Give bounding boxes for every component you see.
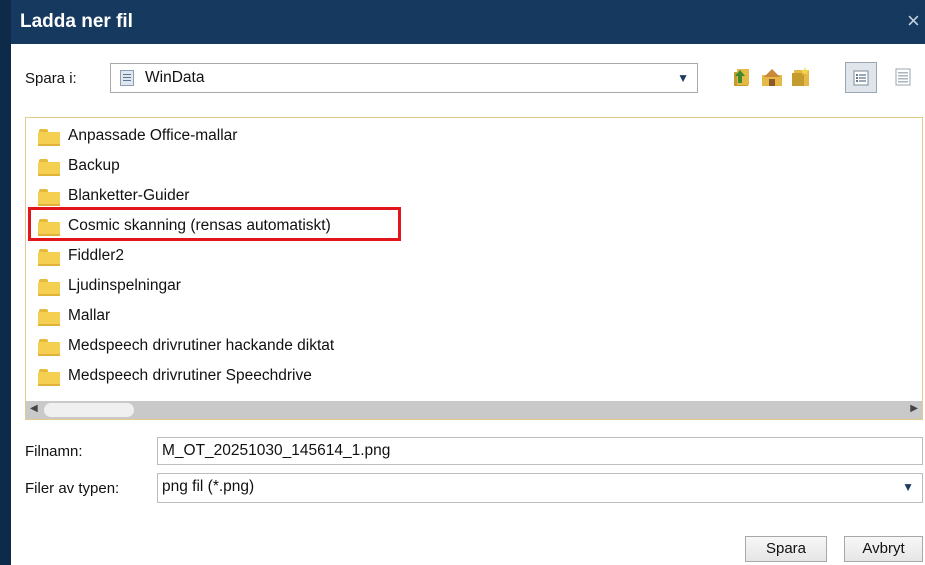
folder-icon [38, 189, 60, 206]
title-bar: Ladda ner fil × [11, 0, 925, 44]
scrollbar-thumb[interactable] [44, 403, 134, 417]
scroll-right-icon[interactable]: ▶ [910, 403, 918, 414]
horizontal-scrollbar[interactable]: ◀ ▶ [26, 401, 922, 419]
folder-icon [38, 309, 60, 326]
item-name: Medspeech drivrutiner Speechdrive [68, 367, 312, 384]
folder-icon [38, 159, 60, 176]
folder-icon [38, 339, 60, 356]
item-name: Fiddler2 [68, 247, 124, 264]
item-name: Blanketter-Guider [68, 187, 190, 204]
filetype-label: Filer av typen: [25, 480, 120, 497]
folder-icon [38, 279, 60, 296]
filename-label: Filnamn: [25, 443, 83, 460]
highlight-annotation [28, 207, 401, 241]
drive-icon [120, 70, 134, 86]
chevron-down-icon: ▼ [902, 480, 914, 494]
item-name: Mallar [68, 307, 111, 324]
window-title: Ladda ner fil [20, 11, 133, 32]
item-name: Anpassade Office-mallar [68, 127, 238, 144]
list-view-button[interactable] [845, 62, 877, 93]
cancel-button[interactable]: Avbryt [844, 536, 923, 562]
save-in-label: Spara i: [25, 70, 77, 87]
item-name: Medspeech drivrutiner hackande diktat [68, 337, 335, 354]
list-view-icon [853, 70, 869, 86]
chevron-down-icon: ▼ [677, 71, 689, 85]
folder-icon [38, 369, 60, 386]
item-name: Backup [68, 157, 120, 174]
home-folder-icon[interactable] [760, 66, 784, 88]
details-view-icon[interactable] [893, 67, 913, 87]
scroll-left-icon[interactable]: ◀ [30, 403, 38, 414]
folder-up-icon[interactable] [732, 66, 754, 88]
new-folder-icon[interactable] [790, 66, 812, 88]
filetype-value: png fil (*.png) [162, 478, 255, 495]
location-value: WinData [145, 69, 205, 86]
close-icon[interactable]: × [907, 8, 925, 34]
item-name: Ljudinspelningar [68, 277, 181, 294]
filename-field[interactable]: M_OT_20251030_145614_1.png [157, 437, 923, 465]
filetype-dropdown[interactable]: png fil (*.png) ▼ [157, 473, 923, 503]
location-dropdown[interactable]: WinData ▼ [110, 63, 698, 93]
window-left-edge [0, 0, 11, 565]
file-list[interactable]: Anpassade Office-mallar Backup Blankette… [25, 117, 923, 420]
save-button[interactable]: Spara [745, 536, 827, 562]
folder-icon [38, 129, 60, 146]
folder-icon [38, 249, 60, 266]
